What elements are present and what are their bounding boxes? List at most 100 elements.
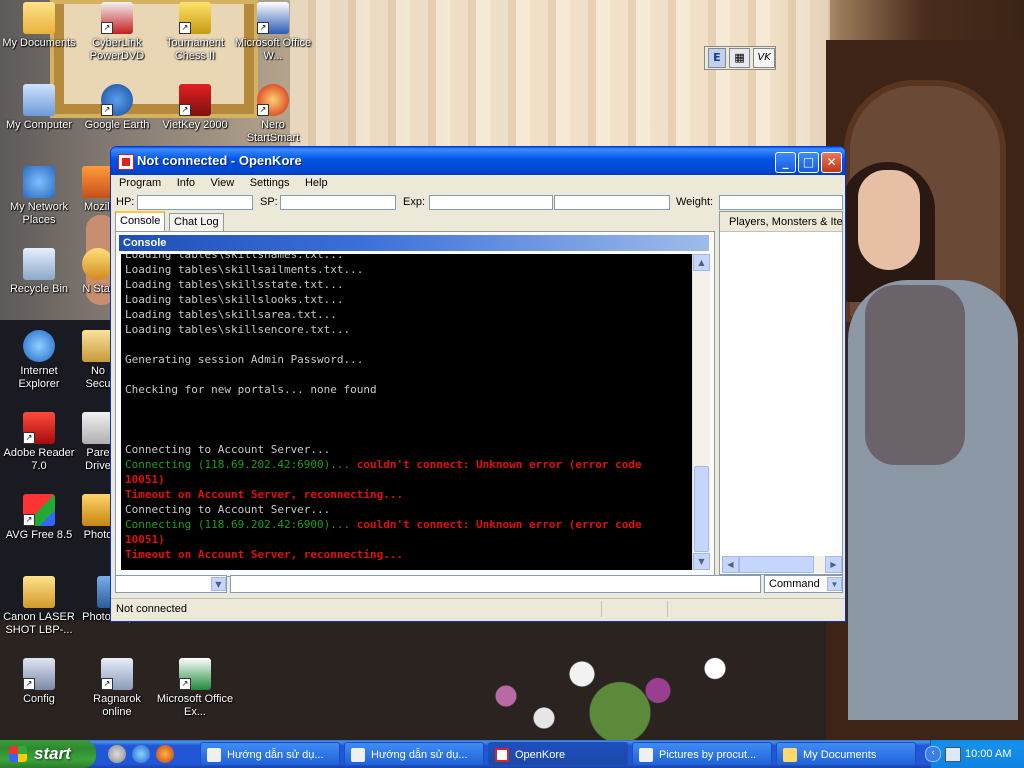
- chevron-left-icon[interactable]: ‹: [925, 746, 941, 762]
- console-line: 10051): [125, 533, 165, 546]
- taskbar-item[interactable]: Pictures by procut...: [632, 742, 772, 766]
- browser-window-icon: [351, 748, 365, 762]
- console-line-segment: couldn't connect: Unknown error (error c…: [356, 458, 642, 471]
- desktop-icon-config[interactable]: ↗ Config: [0, 658, 78, 706]
- job-exp-bar: [554, 195, 670, 210]
- console-line: Timeout on Account Server, reconnecting.…: [125, 548, 404, 561]
- console-line: Connecting (118.69.202.42:6900)... could…: [121, 457, 692, 472]
- maximize-button[interactable]: □: [798, 152, 819, 173]
- menu-settings[interactable]: Settings: [244, 175, 296, 191]
- network-tray-icon[interactable]: [945, 747, 961, 762]
- openkore-window: Not connected - OpenKore _ □ ✕ Program I…: [110, 146, 846, 622]
- desktop-icon-canon-printer[interactable]: Canon LASER SHOT LBP-...: [0, 576, 78, 637]
- console-line: Loading tables\skillslooks.txt...: [125, 293, 344, 306]
- players-monsters-items-panel[interactable]: Players, Monsters & Ite ◀ ▶: [719, 211, 843, 575]
- desktop-icon-adobe-reader[interactable]: ↗ Adobe Reader 7.0: [0, 412, 78, 473]
- keyboard-icon[interactable]: ▦: [728, 48, 751, 68]
- weight-label: Weight:: [676, 196, 714, 208]
- command-mode-dropdown[interactable]: Command ▼: [764, 575, 843, 593]
- desktop-icon-label: Microsoft Office Ex...: [156, 693, 234, 718]
- console-line: Connecting (118.69.202.42:6900)... could…: [121, 517, 692, 532]
- taskbar-item[interactable]: My Documents: [776, 742, 916, 766]
- desktop-icon-powerdvd[interactable]: ↗ CyberLink PowerDVD: [78, 2, 156, 63]
- config-character-icon: ↗: [23, 658, 55, 690]
- scroll-thumb[interactable]: [694, 466, 709, 552]
- horizontal-scroll-thumb[interactable]: [739, 556, 814, 573]
- desktop-icon-internet-explorer[interactable]: Internet Explorer: [0, 330, 78, 391]
- scroll-down-arrow-icon[interactable]: ▼: [693, 553, 710, 570]
- language-vk-button[interactable]: VK: [753, 48, 775, 68]
- desktop-icon-label: Nero StartSmart: [246, 119, 300, 144]
- console-output[interactable]: Loading tables\skillsnames.txt... Loading…: [121, 254, 692, 570]
- firefox-icon[interactable]: [156, 745, 174, 763]
- desktop-icon-my-network[interactable]: My Network Places: [0, 166, 78, 227]
- browser-window-icon: [207, 748, 221, 762]
- hp-label: HP:: [116, 196, 135, 208]
- desktop-icon-label: My Documents: [2, 37, 76, 49]
- base-exp-bar: [429, 195, 553, 210]
- desktop-icon-avg[interactable]: ↗ AVG Free 8.5: [0, 494, 78, 542]
- taskbar: start Hướng dẫn sử dụ... Hướng dẫn sử dụ…: [0, 740, 1024, 768]
- scroll-right-arrow-icon[interactable]: ▶: [825, 556, 842, 573]
- input-row: ▼ Command ▼: [115, 575, 843, 595]
- window-title: Not connected - OpenKore: [137, 153, 302, 168]
- taskbar-item[interactable]: Hướng dẫn sử dụ...: [344, 742, 484, 766]
- desktop-icon-recycle-bin[interactable]: Recycle Bin: [0, 248, 78, 296]
- language-e-button[interactable]: E: [708, 48, 726, 68]
- console-line: 10051): [125, 473, 165, 486]
- chevron-down-icon[interactable]: ▼: [211, 577, 226, 591]
- console-line-segment: Connecting (118.69.202.42:6900)...: [125, 518, 357, 531]
- desktop-icon-nero[interactable]: ↗ Nero StartSmart: [234, 84, 312, 145]
- close-button[interactable]: ✕: [821, 152, 842, 173]
- desktop-icon-tournament-chess[interactable]: ↗ Tournament Chess II: [156, 2, 234, 63]
- scroll-left-arrow-icon[interactable]: ◀: [722, 556, 739, 573]
- console-line: Loading tables\skillsnames.txt...: [125, 254, 344, 261]
- desktop-icon-label: AVG Free 8.5: [5, 529, 73, 541]
- start-button[interactable]: start: [0, 740, 96, 768]
- show-desktop-icon[interactable]: [108, 745, 126, 763]
- desktop-icon-ms-word[interactable]: ↗ Microsoft Office W...: [234, 2, 312, 63]
- desktop-icon-vietkey[interactable]: ↗ VietKey 2000: [156, 84, 234, 132]
- desktop-icon-ragnarok[interactable]: ↗ Ragnarok online: [78, 658, 156, 719]
- tab-chat-log[interactable]: Chat Log: [169, 213, 224, 231]
- internet-explorer-icon: [23, 330, 55, 362]
- word-icon: ↗: [257, 2, 289, 34]
- menu-info[interactable]: Info: [171, 175, 201, 191]
- desktop-icon-label: Google Earth: [84, 119, 150, 131]
- language-bar[interactable]: E ▦ VK: [704, 46, 776, 70]
- menu-view[interactable]: View: [205, 175, 241, 191]
- title-bar[interactable]: Not connected - OpenKore _ □ ✕: [111, 147, 845, 175]
- weight-bar: [719, 195, 843, 210]
- tab-strip: Console Chat Log: [115, 211, 715, 231]
- status-divider: [667, 601, 668, 617]
- right-panel-horizontal-scrollbar[interactable]: ◀ ▶: [722, 556, 842, 573]
- nero-icon: ↗: [257, 84, 289, 116]
- minimize-button[interactable]: _: [775, 152, 796, 173]
- desktop-icon-my-computer[interactable]: My Computer: [0, 84, 78, 132]
- chevron-down-icon[interactable]: ▼: [827, 577, 842, 591]
- browser-window-icon: [639, 748, 653, 762]
- menu-program[interactable]: Program: [113, 175, 167, 191]
- taskbar-item-openkore[interactable]: OpenKore: [488, 742, 628, 766]
- players-monsters-items-header[interactable]: Players, Monsters & Ite: [720, 212, 842, 232]
- taskbar-item-label: OpenKore: [515, 749, 566, 761]
- globe-icon: ↗: [101, 84, 133, 116]
- desktop-icon-ms-excel[interactable]: ↗ Microsoft Office Ex...: [156, 658, 234, 719]
- command-input[interactable]: [230, 575, 761, 593]
- console-vertical-scrollbar[interactable]: ▲ ▼: [692, 254, 710, 570]
- desktop-icon-label: My Network Places: [9, 201, 69, 226]
- openkore-app-icon[interactable]: [118, 154, 134, 170]
- vietkey-icon: ↗: [179, 84, 211, 116]
- scroll-up-arrow-icon[interactable]: ▲: [693, 254, 710, 271]
- desktop-icon-google-earth[interactable]: ↗ Google Earth: [78, 84, 156, 132]
- internet-explorer-icon[interactable]: [132, 745, 150, 763]
- chat-target-dropdown[interactable]: ▼: [115, 575, 227, 593]
- console-line: Loading tables\skillsailments.txt...: [125, 263, 364, 276]
- taskbar-item[interactable]: Hướng dẫn sử dụ...: [200, 742, 340, 766]
- desktop-icon-my-documents[interactable]: My Documents: [0, 2, 78, 50]
- tab-console[interactable]: Console: [115, 211, 166, 231]
- console-line: Generating session Admin Password...: [125, 353, 364, 366]
- wallpaper-curtain: [290, 0, 830, 150]
- menu-help[interactable]: Help: [299, 175, 334, 191]
